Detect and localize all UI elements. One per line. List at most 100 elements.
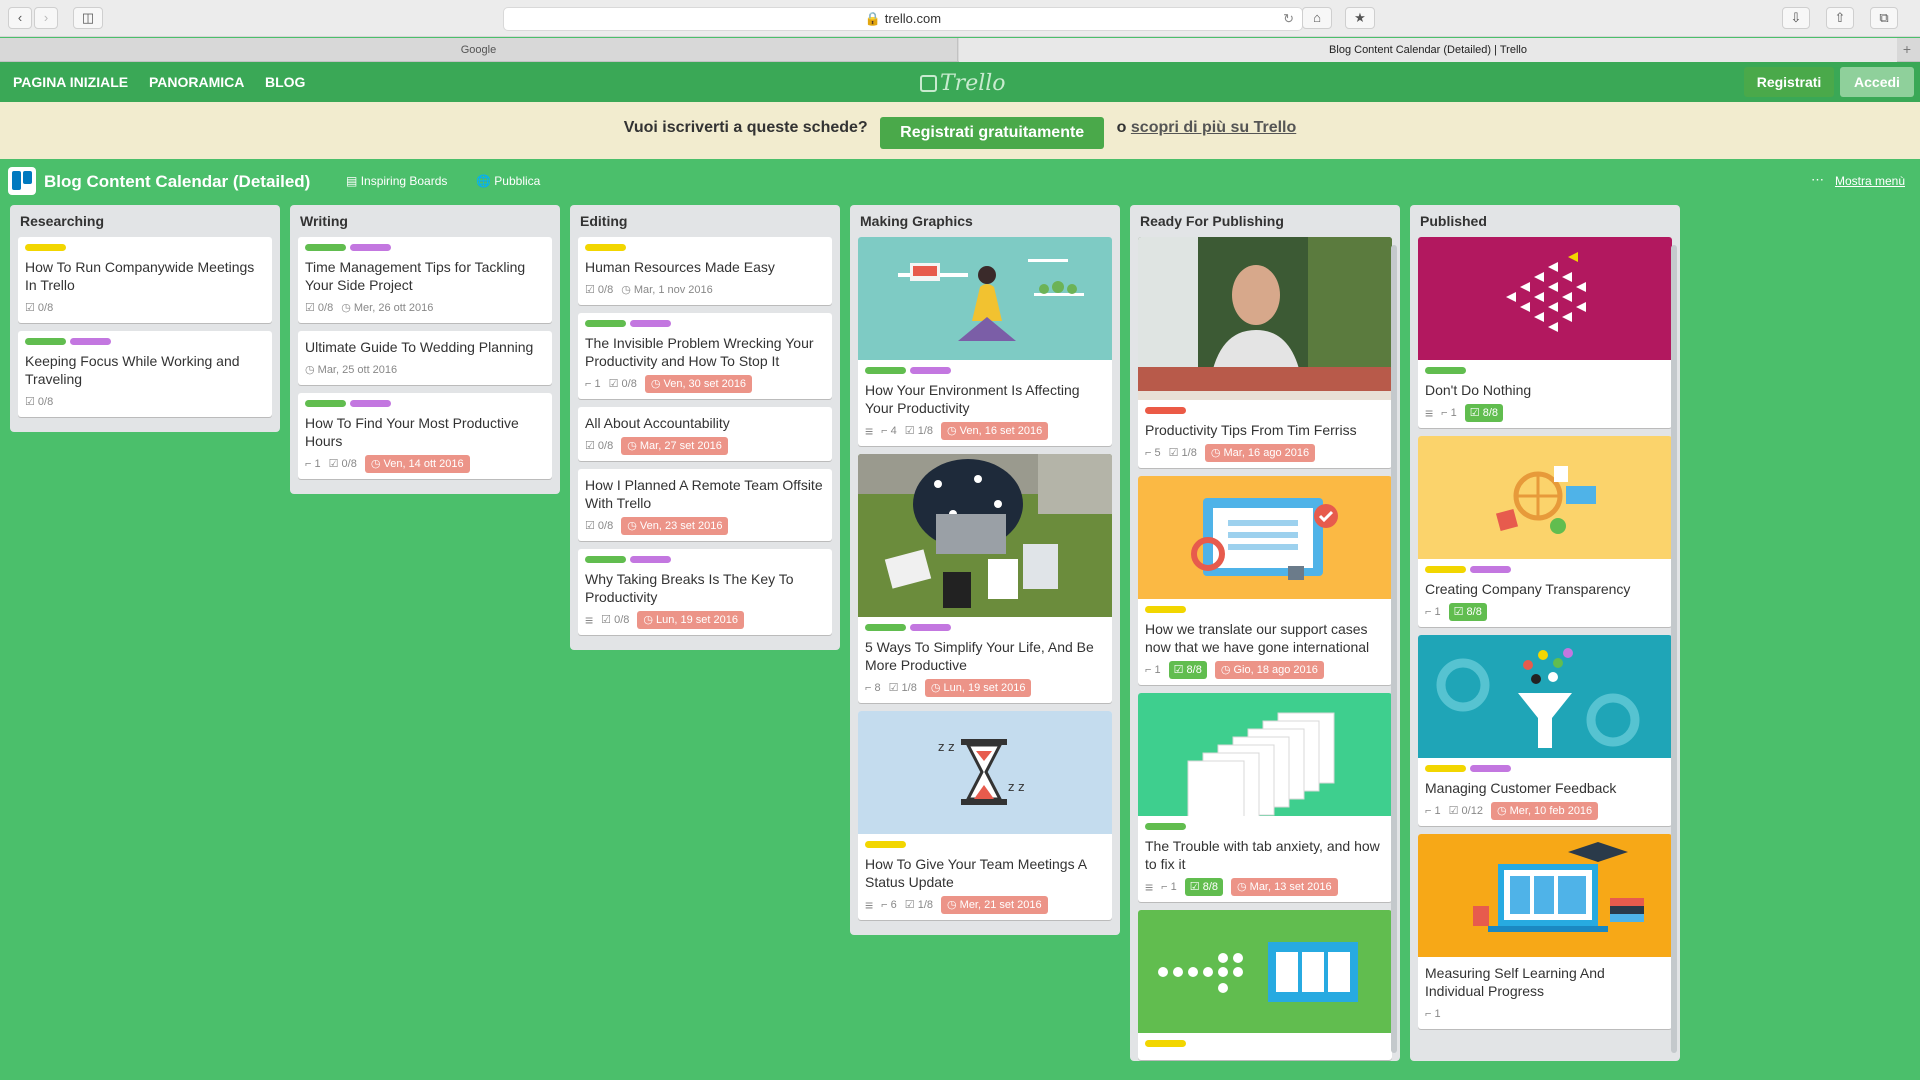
description-icon: ≡ [865,423,874,439]
address-bar[interactable]: 🔒 trello.com ↻ [503,7,1303,31]
label-red[interactable] [1145,407,1186,414]
card[interactable]: 5 Ways To Simplify Your Life, And Be Mor… [858,454,1112,703]
card-title: Human Resources Made Easy [585,259,775,275]
card-body: How To Run Companywide Meetings In Trell… [18,237,272,323]
label-yellow[interactable] [1425,566,1466,573]
share-icon[interactable]: ⇧ [1826,7,1854,29]
reload-icon[interactable]: ↻ [1283,8,1294,30]
card[interactable]: z z z z How To Give Your Team Meetings A S… [858,711,1112,920]
label-purple[interactable] [630,556,671,563]
label-green[interactable] [865,624,906,631]
card[interactable]: How we translate our support cases now t… [1138,476,1392,685]
new-tab-icon[interactable]: + [1898,38,1916,62]
card[interactable]: How To Run Companywide Meetings In Trell… [18,237,272,323]
team-link[interactable]: ▤ Inspiring Boards [346,174,447,188]
browser-tab-google[interactable]: Google [0,38,958,62]
list-title[interactable]: Researching [18,205,272,237]
lock-icon: 🔒 [864,11,882,26]
list-scrollbar[interactable] [1671,245,1677,1053]
card[interactable]: Why Taking Breaks Is The Key To Producti… [578,549,832,635]
list-title[interactable]: Writing [298,205,552,237]
card[interactable]: Managing Customer Feedback ⌐ 1 ☑ 0/12 ◷ Mer… [1418,635,1672,826]
download-icon[interactable]: ⇩ [1782,7,1810,29]
overdue-date-badge: ◷ Mar, 27 set 2016 [621,437,728,455]
list-title[interactable]: Ready For Publishing [1138,205,1392,237]
nav-link-home[interactable]: PAGINA INIZIALE [13,74,128,90]
card[interactable]: Measuring Self Learning And Individual P… [1418,834,1672,1029]
card[interactable]: Time Management Tips for Tackling Your S… [298,237,552,323]
tabs-overview-icon[interactable]: ⧉ [1870,7,1898,29]
label-yellow[interactable] [585,244,626,251]
paperclip-icon: ⌐ [1441,407,1451,419]
card[interactable]: The Invisible Problem Wrecking Your Prod… [578,313,832,399]
due-date-badge: ◷ Mar, 25 ott 2016 [305,361,397,379]
bookmark-icon[interactable]: ★ [1345,7,1375,29]
attachments-count: 1 [1170,881,1177,893]
card[interactable]: All About Accountability ☑ 0/8 ◷ Mar, 27 s… [578,407,832,461]
card-labels [1425,765,1665,777]
card[interactable]: How Your Environment Is Affecting Your P… [858,237,1112,446]
checklist-badge: ☑ 0/8 [609,375,637,393]
label-green[interactable] [305,400,346,407]
label-green[interactable] [1425,367,1466,374]
card[interactable]: Human Resources Made Easy ☑ 0/8 ◷ Mar, 1 n… [578,237,832,305]
learn-more-link[interactable]: scopri di più su Trello [1131,119,1296,136]
list-title[interactable]: Published [1418,205,1672,237]
nav-link-blog[interactable]: BLOG [265,74,305,90]
label-purple[interactable] [350,244,391,251]
forward-icon[interactable]: › [34,7,58,29]
label-yellow[interactable] [865,841,906,848]
trello-logo[interactable]: Trello [920,71,1006,96]
board-title[interactable]: Blog Content Calendar (Detailed) [44,172,310,192]
signup-button[interactable]: Registrati [1744,67,1834,97]
overdue-date-badge: ◷ Ven, 14 ott 2016 [364,455,470,473]
attachments-badge: ⌐ 6 [881,896,897,914]
sidebar-icon[interactable]: ◫ [73,7,103,29]
card[interactable]: The Trouble with tab anxiety, and how to… [1138,693,1392,902]
card[interactable]: Productivity Tips From Tim Ferriss ⌐ 5 ☑ 1… [1138,237,1392,468]
label-green[interactable] [1145,823,1186,830]
label-yellow[interactable] [25,244,66,251]
due-date-text: Ven, 30 set 2016 [663,378,747,390]
card[interactable]: Creating Company Transparency ⌐ 1 ☑ 8/8 [1418,436,1672,627]
label-purple[interactable] [910,367,951,374]
label-purple[interactable] [350,400,391,407]
label-yellow[interactable] [1145,1040,1186,1047]
list-scrollbar[interactable] [1391,245,1397,1053]
card[interactable]: Ultimate Guide To Wedding Planning ◷ Mar,… [298,331,552,385]
card[interactable]: How To Find Your Most Productive Hours ⌐ … [298,393,552,479]
card[interactable]: How I Planned A Remote Team Offsite With… [578,469,832,541]
list-title[interactable]: Making Graphics [858,205,1112,237]
card[interactable]: Don't Do Nothing ≡ ⌐ 1 ☑ 8/8 [1418,237,1672,428]
nav-link-overview[interactable]: PANORAMICA [149,74,244,90]
label-purple[interactable] [910,624,951,631]
list-title[interactable]: Editing [578,205,832,237]
label-green[interactable] [865,367,906,374]
label-purple[interactable] [630,320,671,327]
attachments-badge: ⌐ 1 [1161,878,1177,896]
visibility-link[interactable]: 🌐 Pubblica [476,174,540,188]
card[interactable]: Keeping Focus While Working and Travelin… [18,331,272,417]
label-yellow[interactable] [1145,606,1186,613]
label-purple[interactable] [70,338,111,345]
back-icon[interactable]: ‹ [8,7,32,29]
label-yellow[interactable] [1425,765,1466,772]
card[interactable] [1138,910,1392,1060]
card-body: Creating Company Transparency ⌐ 1 ☑ 8/8 [1418,559,1672,627]
due-date-text: Mer, 10 feb 2016 [1509,805,1593,817]
label-green[interactable] [585,556,626,563]
due-date-badge: ◷ Mer, 26 ott 2016 [341,299,433,317]
label-green[interactable] [25,338,66,345]
free-signup-button[interactable]: Registrati gratuitamente [880,117,1105,149]
home-icon[interactable]: ⌂ [1302,7,1332,29]
show-menu-link[interactable]: Mostra menù [1835,174,1905,188]
label-green[interactable] [585,320,626,327]
attachments-count: 6 [890,899,897,911]
browser-tab-trello[interactable]: Blog Content Calendar (Detailed) | Trell… [959,38,1897,62]
login-button[interactable]: Accedi [1840,67,1914,97]
label-green[interactable] [305,244,346,251]
label-purple[interactable] [1470,765,1511,772]
more-icon[interactable]: ⋯ [1811,172,1824,188]
label-purple[interactable] [1470,566,1511,573]
attachments-count: 1 [1450,407,1457,419]
